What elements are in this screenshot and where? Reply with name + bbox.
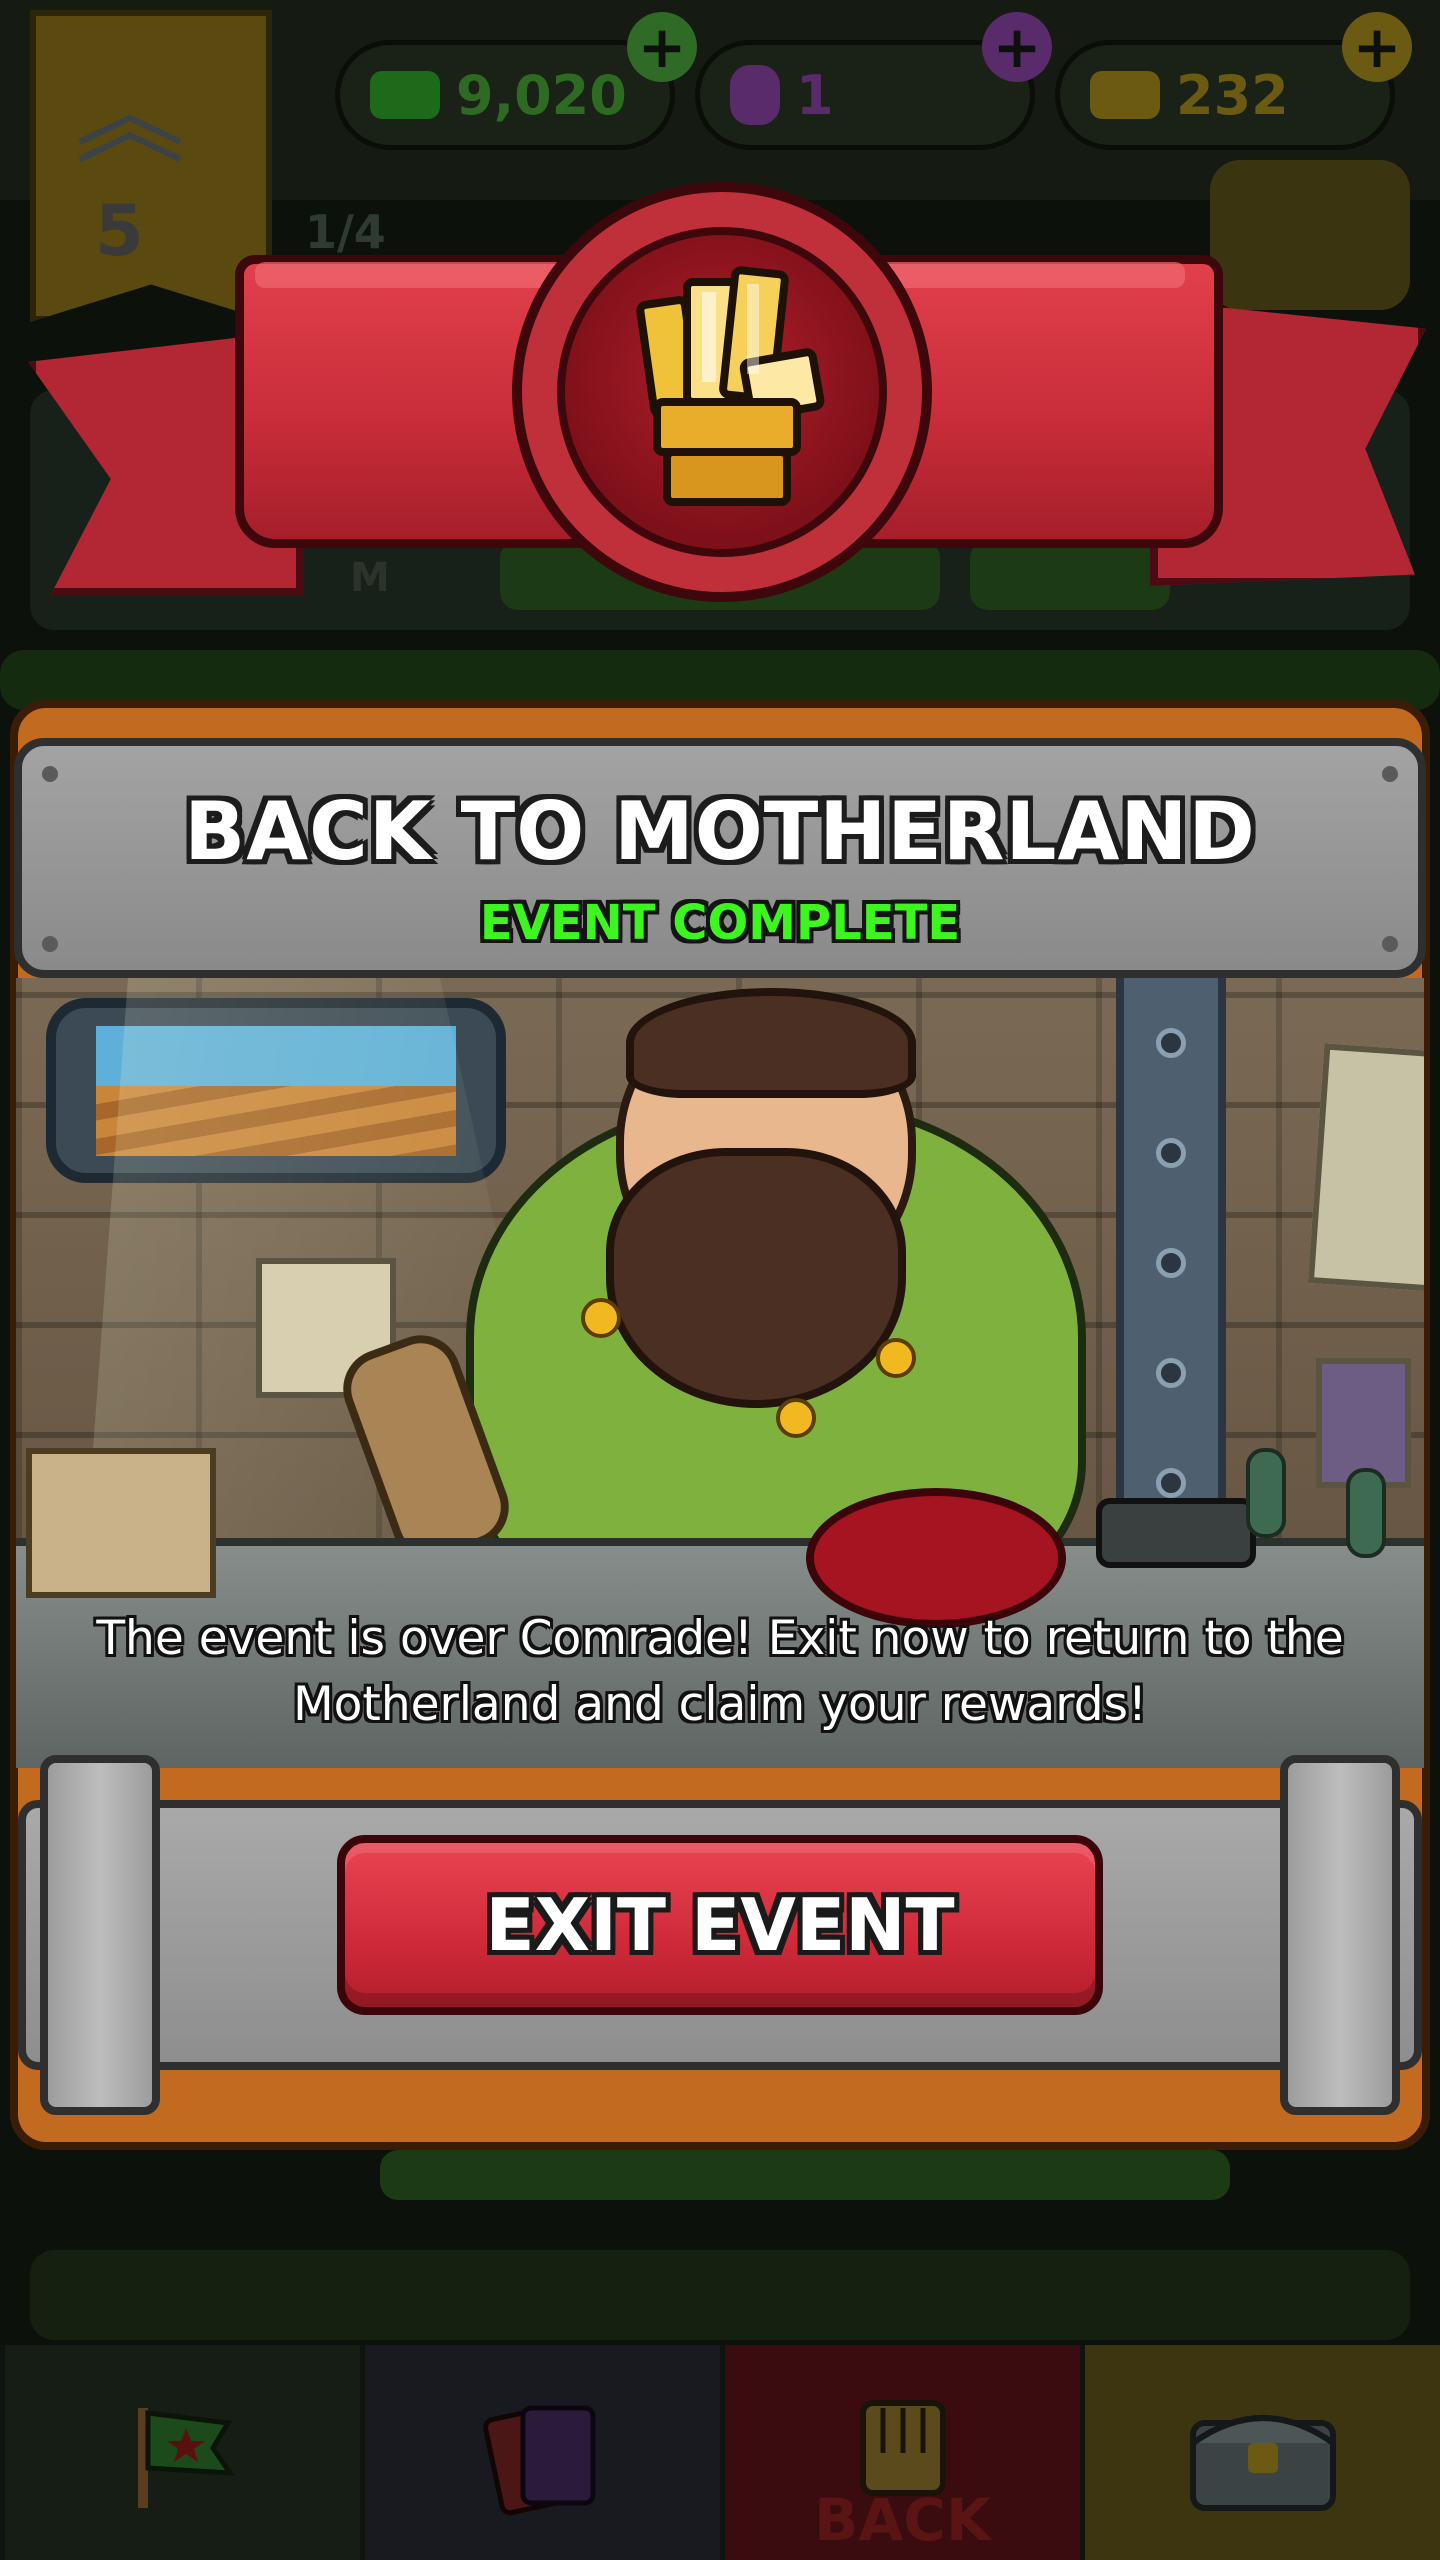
potion-value: 1 — [796, 63, 834, 127]
cash-counter: 9,020 — [335, 40, 675, 150]
flag-star-icon — [137, 2407, 235, 2508]
laurel-badge-icon — [1210, 160, 1410, 310]
character-beard — [606, 1148, 906, 1408]
bolt — [1156, 1358, 1186, 1388]
modal-subtitle: EVENT COMPLETE — [479, 895, 961, 951]
cards-icon — [482, 2405, 595, 2515]
add-cash-button[interactable]: + — [627, 12, 697, 82]
toy-tank — [1096, 1498, 1256, 1568]
right-clamp — [1280, 1755, 1400, 2115]
back-tab[interactable]: BACK — [725, 2345, 1080, 2560]
event-message: The event is over Comrade! Exit now to r… — [0, 1606, 1440, 1738]
chest-tab[interactable] — [1085, 2345, 1440, 2560]
toy-soldier — [1246, 1448, 1286, 1538]
gold-value: 232 — [1176, 63, 1289, 127]
medal — [776, 1398, 816, 1438]
emblem-inner-circle — [557, 227, 887, 557]
background-bar-4 — [30, 2250, 1410, 2340]
exit-event-label: EXIT EVENT — [485, 1883, 955, 1967]
rank-level: 5 — [95, 190, 144, 272]
bolt — [1156, 1468, 1186, 1498]
bolt — [1156, 1138, 1186, 1168]
cash-value: 9,020 — [456, 63, 627, 127]
rank-chevron-icon: ︽ — [75, 51, 185, 179]
bottom-nav: BACK — [0, 2345, 1440, 2560]
event-message-line-2: Motherland and claim your rewards! — [293, 1677, 1147, 1732]
toy-soldier — [1346, 1468, 1386, 1558]
back-tab-label: BACK — [814, 2486, 991, 2554]
map-flag-tab[interactable] — [5, 2345, 360, 2560]
potion-icon — [730, 65, 780, 125]
add-potion-button[interactable]: + — [982, 12, 1052, 82]
gold-bar-icon — [1090, 71, 1160, 119]
cap-cash-icon — [370, 71, 440, 119]
cardboard-box — [26, 1448, 216, 1598]
background-bar-3 — [380, 2150, 1230, 2200]
modal-title: BACK TO MOTHERLAND — [184, 785, 1256, 878]
add-gold-button[interactable]: + — [1342, 12, 1412, 82]
rivet — [1382, 766, 1398, 782]
left-clamp — [40, 1755, 160, 2115]
medal — [876, 1338, 916, 1378]
exit-event-button[interactable]: EXIT EVENT — [337, 1835, 1103, 2015]
progress-label: 1/4 — [305, 205, 386, 259]
bolt — [1156, 1028, 1186, 1058]
golden-fist-icon — [636, 266, 825, 506]
bolt — [1156, 1248, 1186, 1278]
character-hair — [626, 988, 916, 1098]
event-emblem — [512, 182, 932, 602]
medal — [581, 1298, 621, 1338]
wall-poster — [1307, 1043, 1424, 1293]
background-bar-2 — [970, 540, 1170, 610]
cards-tab[interactable] — [365, 2345, 720, 2560]
rivet — [42, 766, 58, 782]
event-message-line-1: The event is over Comrade! Exit now to r… — [96, 1611, 1344, 1666]
background-label: M — [350, 555, 390, 601]
treasure-chest-icon — [1189, 2414, 1336, 2511]
